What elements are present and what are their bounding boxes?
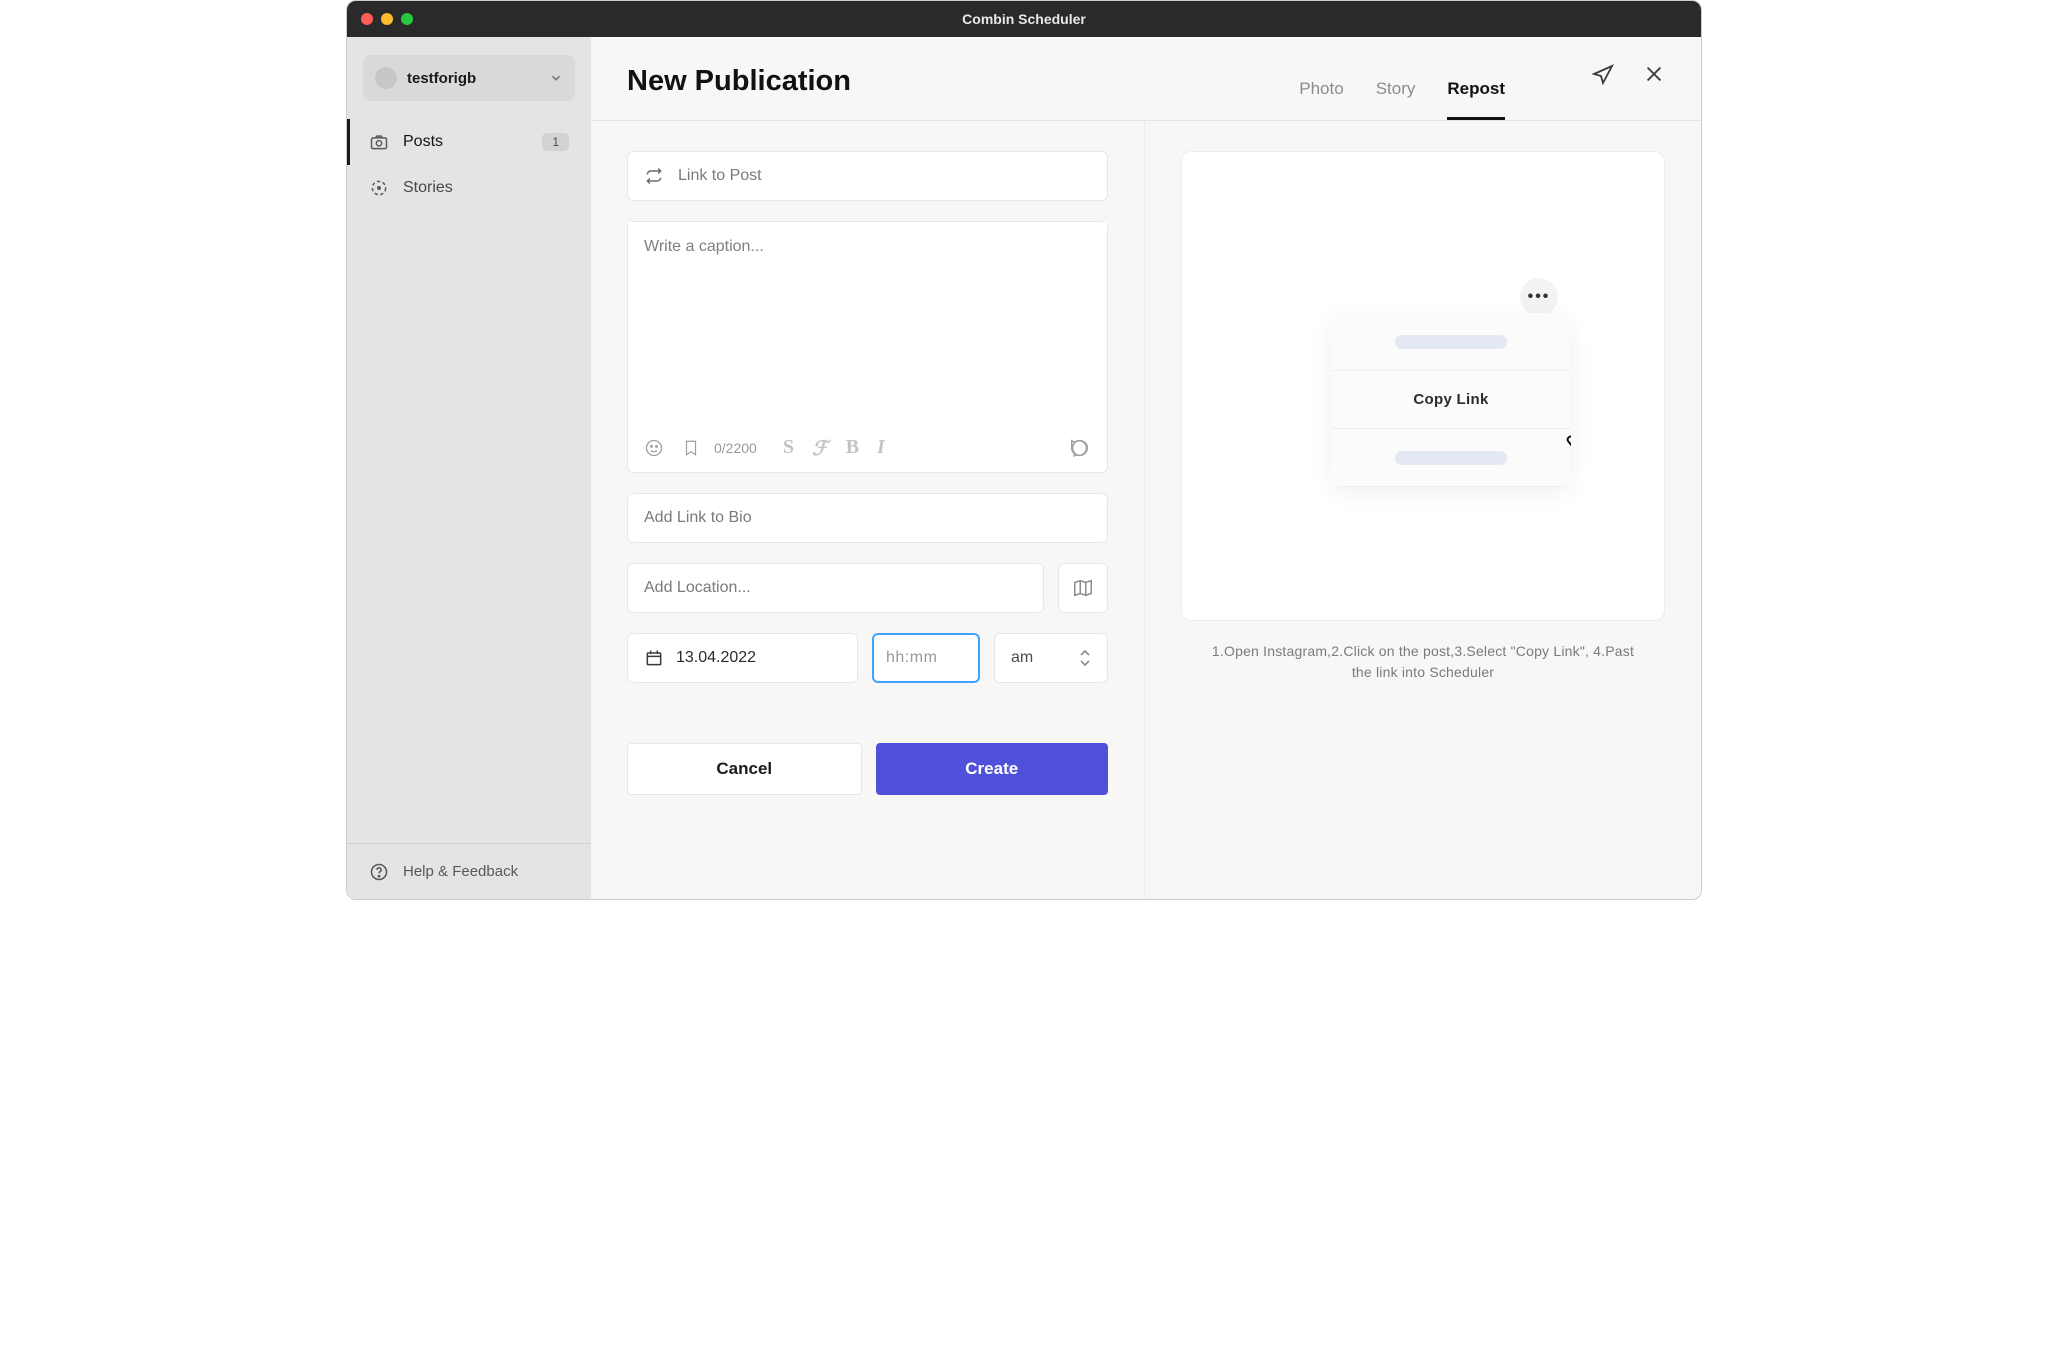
preview-card: ••• Copy Link [1181,151,1665,621]
window: Combin Scheduler testforigb Posts 1 [346,0,1702,900]
preview-column: ••• Copy Link 1.Open Instagram,2.Click o… [1145,121,1701,899]
tab-story[interactable]: Story [1376,79,1416,120]
link-to-post-input[interactable] [678,167,1091,185]
header-actions [1591,63,1665,87]
page-title: New Publication [627,65,851,120]
placeholder-bar [1395,335,1507,349]
main: New Publication Photo Story Repost [591,37,1701,899]
stepper-icon[interactable] [1079,649,1091,667]
location-row [627,563,1108,613]
format-bold[interactable]: B [846,436,859,461]
char-counter: 0/2200 [714,440,757,456]
caption-textarea[interactable] [628,222,1107,424]
minimize-window-button[interactable] [381,13,393,25]
format-buttons: S ℱ B I [783,436,885,461]
location-field[interactable] [627,563,1044,613]
traffic-lights [347,13,413,25]
link-to-post-field[interactable] [627,151,1108,201]
link-to-bio-field[interactable] [627,493,1108,543]
placeholder-bar [1395,451,1507,465]
comment-icon[interactable] [1069,437,1091,459]
help-icon [369,862,389,882]
body: testforigb Posts 1 Stories [347,37,1701,899]
cancel-button[interactable]: Cancel [627,743,862,795]
instructions: 1.Open Instagram,2.Click on the post,3.S… [1203,641,1643,683]
stories-icon [369,178,389,198]
repost-icon [644,166,664,186]
format-s[interactable]: S [783,436,794,461]
account-name: testforigb [407,70,539,87]
help-feedback-button[interactable]: Help & Feedback [347,843,591,899]
account-switcher[interactable]: testforigb [363,55,575,101]
close-window-button[interactable] [361,13,373,25]
camera-icon [369,132,389,152]
nav-label: Posts [403,133,528,151]
time-field[interactable] [872,633,980,683]
content: 0/2200 S ℱ B I [591,121,1701,899]
tab-repost[interactable]: Repost [1447,79,1505,120]
location-input[interactable] [644,579,1027,597]
link-to-bio-input[interactable] [644,509,1091,527]
bookmark-icon[interactable] [682,438,700,458]
avatar [375,67,397,89]
sidebar-item-stories[interactable]: Stories [347,165,591,211]
sidebar: testforigb Posts 1 Stories [347,37,591,899]
chevron-down-icon [549,71,563,85]
tab-photo[interactable]: Photo [1299,79,1343,120]
format-italic[interactable]: I [877,436,885,461]
map-button[interactable] [1058,563,1108,613]
format-script[interactable]: ℱ [812,436,828,461]
titlebar: Combin Scheduler [347,1,1701,37]
create-button[interactable]: Create [876,743,1109,795]
sidebar-item-posts[interactable]: Posts 1 [347,119,591,165]
header: New Publication Photo Story Repost [591,37,1701,121]
ampm-value: am [1011,649,1033,667]
date-value: 13.04.2022 [676,649,756,667]
ampm-field[interactable]: am [994,633,1108,683]
close-icon[interactable] [1643,63,1665,87]
nav-label: Stories [403,179,569,197]
window-title: Combin Scheduler [347,11,1701,27]
more-icon: ••• [1520,278,1558,316]
copy-link-label: Copy Link [1413,391,1488,408]
calendar-icon [644,648,664,668]
emoji-icon[interactable] [644,438,664,458]
caption-toolbar: 0/2200 S ℱ B I [628,424,1107,472]
maximize-window-button[interactable] [401,13,413,25]
schedule-row: 13.04.2022 am [627,633,1108,683]
action-buttons: Cancel Create [627,743,1108,795]
menu-mock: Copy Link [1331,313,1571,487]
nav: Posts 1 Stories [347,111,591,843]
send-icon[interactable] [1591,63,1615,87]
help-label: Help & Feedback [403,863,518,880]
time-input[interactable] [886,649,966,667]
form-column: 0/2200 S ℱ B I [591,121,1145,899]
caption-box: 0/2200 S ℱ B I [627,221,1108,473]
badge: 1 [542,133,569,151]
date-field[interactable]: 13.04.2022 [627,633,858,683]
